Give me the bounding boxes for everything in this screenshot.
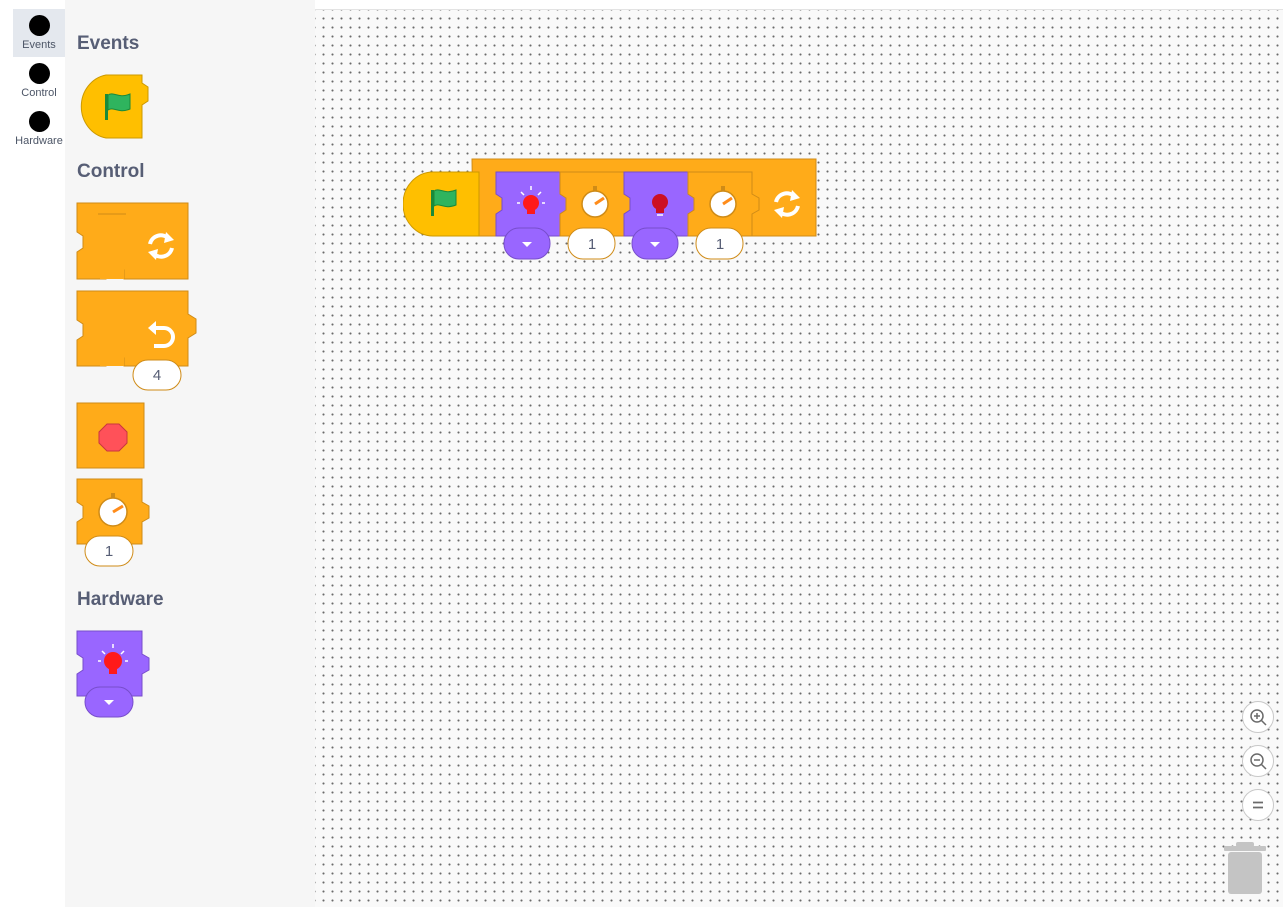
wait-seconds-text: 1 <box>588 236 596 253</box>
repeat-count-text: 4 <box>153 367 161 384</box>
trash-can-icon[interactable] <box>1222 840 1268 896</box>
hardware-category-icon <box>29 111 50 132</box>
script-wait-seconds-field-2[interactable]: 1 <box>695 227 744 260</box>
category-control[interactable]: Control <box>13 57 65 105</box>
light-dropdown[interactable] <box>84 686 136 720</box>
zoom-reset-icon <box>1253 801 1263 809</box>
palette-forever-block[interactable] <box>76 202 192 282</box>
script-wait-seconds-field-1[interactable]: 1 <box>567 227 616 260</box>
stop-icon <box>98 423 128 452</box>
script-light-on-dropdown[interactable] <box>503 227 551 260</box>
workspace-canvas[interactable] <box>315 10 1283 907</box>
script-light-off-dropdown[interactable] <box>631 227 679 260</box>
events-category-icon <box>29 15 50 36</box>
zoom-in-icon <box>1250 709 1267 726</box>
events-heading: Events <box>77 33 140 54</box>
zoom-out-button[interactable] <box>1242 745 1274 777</box>
category-events[interactable]: Events <box>13 9 65 57</box>
control-heading: Control <box>77 161 145 182</box>
palette-repeat-block[interactable] <box>76 290 200 370</box>
hardware-heading: Hardware <box>77 589 164 610</box>
control-category-icon <box>29 63 50 84</box>
palette-stop-block[interactable] <box>76 402 148 470</box>
zoom-out-icon <box>1250 753 1267 770</box>
wait-seconds-field[interactable]: 1 <box>84 535 136 569</box>
wait-seconds-text: 1 <box>105 543 113 560</box>
repeat-count-field[interactable]: 4 <box>132 359 184 393</box>
category-hardware[interactable]: Hardware <box>13 105 65 153</box>
zoom-in-button[interactable] <box>1242 701 1274 733</box>
category-sidebar: Events Control Hardware <box>0 0 65 907</box>
zoom-reset-button[interactable] <box>1242 789 1274 821</box>
script-stack: 1 1 <box>403 158 817 260</box>
wait-seconds-text: 1 <box>716 236 724 253</box>
palette-green-flag-block[interactable] <box>76 74 156 140</box>
